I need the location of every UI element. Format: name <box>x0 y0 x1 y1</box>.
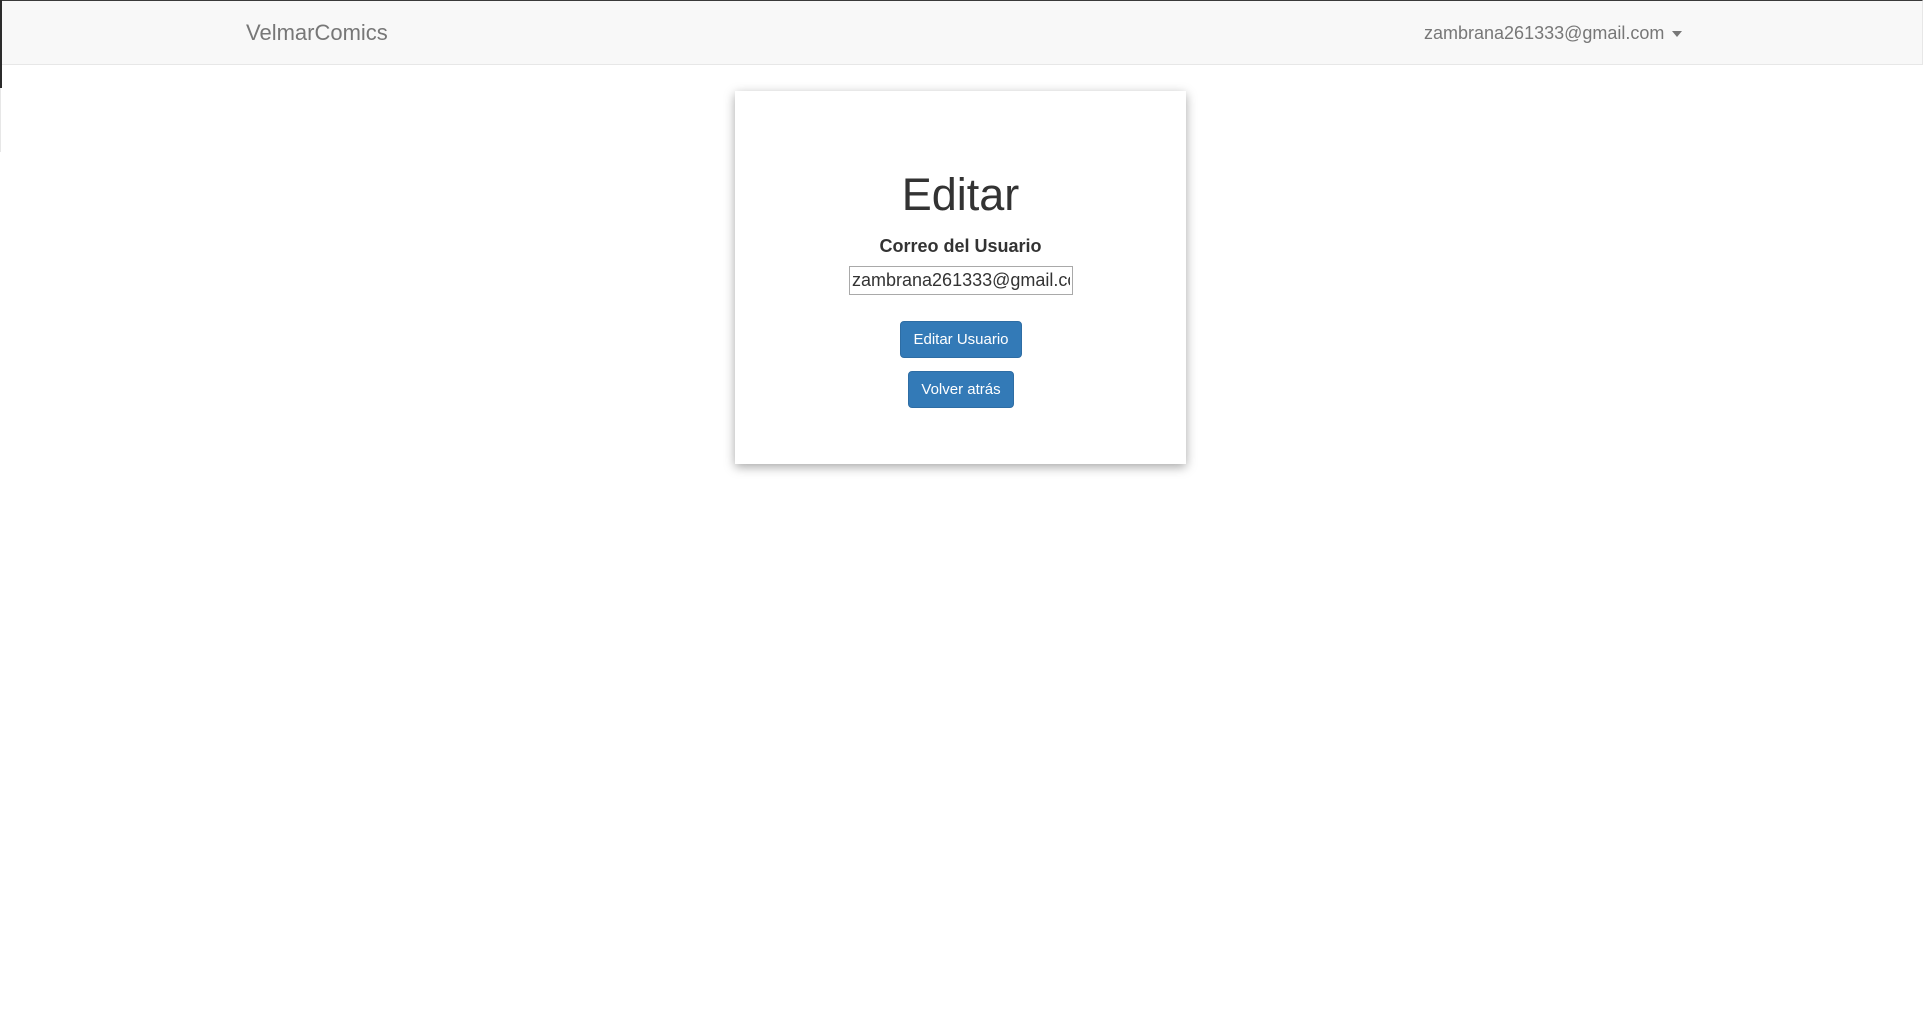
brand-link[interactable]: VelmarComics <box>246 20 388 46</box>
email-label: Correo del Usuario <box>879 236 1042 256</box>
edit-user-button[interactable]: Editar Usuario <box>900 321 1022 358</box>
caret-down-icon <box>1672 30 1683 37</box>
user-dropdown-toggle[interactable]: zambrana261333@gmail.com <box>1424 23 1683 44</box>
user-email-label: zambrana261333@gmail.com <box>1424 23 1665 43</box>
page: VelmarComics zambrana261333@gmail.com Ed… <box>0 0 1924 1030</box>
page-title: Editar <box>901 169 1020 220</box>
email-field[interactable] <box>849 266 1073 295</box>
back-button[interactable]: Volver atrás <box>908 371 1014 408</box>
edit-user-card: Editar Correo del Usuario Editar Usuario… <box>735 91 1186 464</box>
window-edge-dark <box>0 0 2 88</box>
top-navbar: VelmarComics zambrana261333@gmail.com <box>0 0 1923 65</box>
